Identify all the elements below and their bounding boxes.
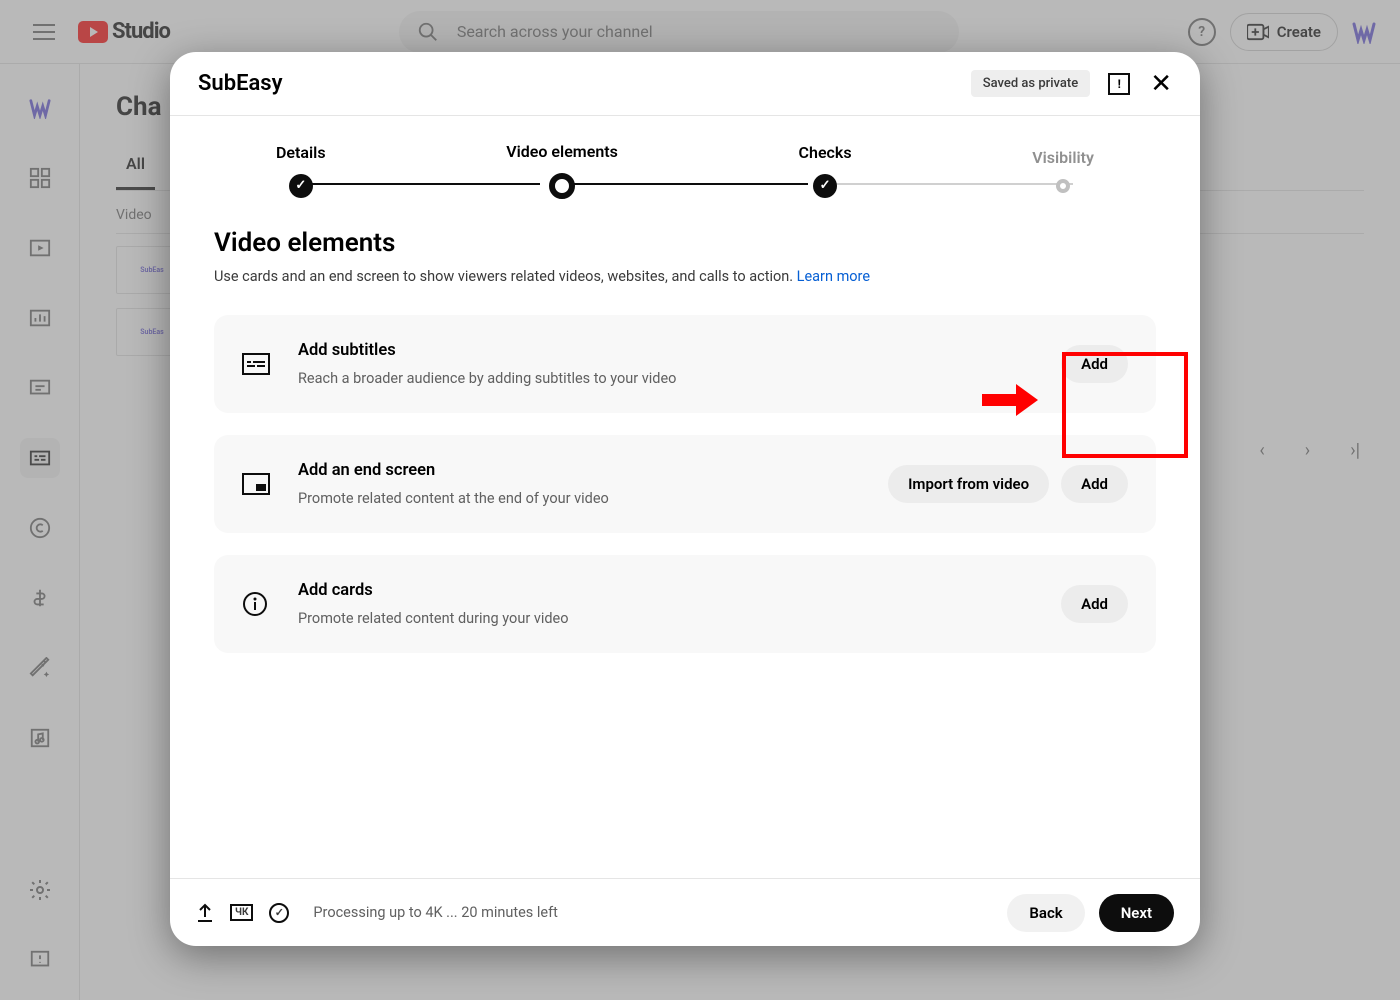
annotation-arrow-icon — [980, 380, 1040, 420]
card-subtitles-sub: Reach a broader audience by adding subti… — [298, 370, 1061, 387]
info-icon — [242, 591, 272, 617]
card-cards-title: Add cards — [298, 581, 1061, 600]
step-connector-1 — [302, 183, 540, 185]
add-cards-button[interactable]: Add — [1061, 585, 1128, 623]
hd-badge-icon: ЧК — [230, 904, 253, 921]
next-button[interactable]: Next — [1099, 894, 1174, 932]
section-description: Use cards and an end screen to show view… — [214, 268, 1156, 285]
card-endscreen-sub: Promote related content at the end of yo… — [298, 490, 888, 507]
step-check-icon — [289, 174, 313, 198]
modal-footer: ЧК ✓ Processing up to 4K ... 20 minutes … — [170, 878, 1200, 946]
back-button[interactable]: Back — [1007, 894, 1084, 932]
learn-more-link[interactable]: Learn more — [797, 268, 870, 285]
step-pending-icon — [1056, 179, 1070, 193]
subtitles-icon — [242, 353, 272, 375]
step-checks[interactable]: Checks — [799, 143, 852, 198]
annotation-highlight-box — [1062, 352, 1188, 458]
modal-title: SubEasy — [198, 71, 971, 96]
add-endscreen-button[interactable]: Add — [1061, 465, 1128, 503]
processing-status: Processing up to 4K ... 20 minutes left — [313, 904, 557, 921]
upload-icon — [196, 903, 214, 923]
step-video-elements[interactable]: Video elements — [506, 142, 618, 199]
step-details[interactable]: Details — [276, 143, 326, 198]
modal-body: Video elements Use cards and an end scre… — [170, 208, 1200, 878]
checks-done-icon: ✓ — [269, 903, 289, 923]
section-title: Video elements — [214, 228, 1156, 258]
close-button[interactable]: ✕ — [1150, 71, 1172, 97]
step-visibility[interactable]: Visibility — [1032, 148, 1094, 193]
feedback-button[interactable]: ! — [1108, 73, 1130, 95]
upload-stepper: Details Video elements Checks Visibility — [170, 116, 1200, 208]
card-subtitles-title: Add subtitles — [298, 341, 1061, 360]
add-cards-card: Add cards Promote related content during… — [214, 555, 1156, 653]
add-endscreen-card: Add an end screen Promote related conten… — [214, 435, 1156, 533]
video-upload-modal: SubEasy Saved as private ! ✕ Details Vid… — [170, 52, 1200, 946]
card-endscreen-title: Add an end screen — [298, 461, 888, 480]
modal-header: SubEasy Saved as private ! ✕ — [170, 52, 1200, 116]
import-from-video-button[interactable]: Import from video — [888, 465, 1049, 503]
step-current-icon — [549, 173, 575, 199]
save-status-chip: Saved as private — [971, 70, 1090, 97]
endscreen-icon — [242, 473, 272, 495]
card-cards-sub: Promote related content during your vide… — [298, 610, 1061, 627]
step-check-icon — [813, 174, 837, 198]
